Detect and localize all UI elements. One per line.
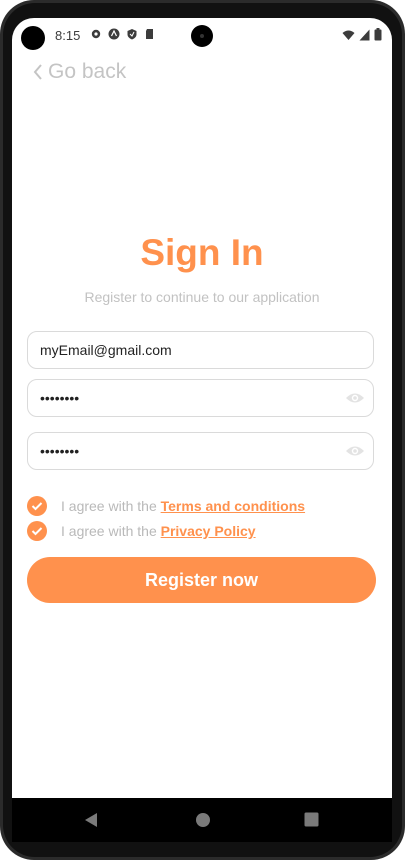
privacy-agreement-text: I agree with the Privacy Policy xyxy=(61,523,256,539)
status-icons-right xyxy=(342,28,382,41)
email-field[interactable] xyxy=(27,331,374,369)
battery-icon xyxy=(374,28,382,41)
privacy-checkbox[interactable] xyxy=(27,521,47,541)
email-input[interactable] xyxy=(40,332,340,368)
phone-frame: 8:15 Go back Sign In Register to continu… xyxy=(0,0,405,860)
check-icon xyxy=(31,502,43,511)
page-subtitle: Register to continue to our application xyxy=(84,289,320,305)
status-bar: 8:15 xyxy=(12,18,392,54)
shield-icon xyxy=(127,29,137,40)
status-icons-left xyxy=(90,28,156,40)
system-nav-bar xyxy=(12,798,392,842)
terms-agreement-row: I agree with the Terms and conditions xyxy=(27,496,305,516)
status-time: 8:15 xyxy=(55,28,81,43)
eye-icon[interactable] xyxy=(345,389,365,407)
password-input[interactable] xyxy=(40,380,340,416)
terms-agreement-text: I agree with the Terms and conditions xyxy=(61,498,305,514)
terms-link[interactable]: Terms and conditions xyxy=(161,498,305,514)
page-title: Sign In xyxy=(140,232,264,273)
android-icon xyxy=(108,28,120,40)
front-camera xyxy=(191,25,213,47)
app-screen: 8:15 Go back Sign In Register to continu… xyxy=(12,18,392,798)
confirm-password-input[interactable] xyxy=(40,433,340,469)
eye-icon[interactable] xyxy=(345,442,365,460)
back-icon[interactable] xyxy=(84,812,98,828)
recents-icon[interactable] xyxy=(304,812,319,827)
privacy-prefix: I agree with the xyxy=(61,523,157,539)
privacy-link[interactable]: Privacy Policy xyxy=(161,523,256,539)
password-field[interactable] xyxy=(27,379,374,417)
status-dot xyxy=(21,26,45,50)
privacy-agreement-row: I agree with the Privacy Policy xyxy=(27,521,256,541)
home-icon[interactable] xyxy=(195,812,211,828)
go-back-label: Go back xyxy=(48,60,127,83)
register-button[interactable]: Register now xyxy=(27,557,376,603)
terms-checkbox[interactable] xyxy=(27,496,47,516)
confirm-password-field[interactable] xyxy=(27,432,374,470)
chevron-left-icon xyxy=(33,64,42,80)
gear-icon xyxy=(91,29,101,39)
go-back-button[interactable]: Go back xyxy=(32,60,126,84)
check-icon xyxy=(31,527,43,536)
sd-card-icon xyxy=(146,29,153,39)
wifi-icon xyxy=(342,30,355,40)
terms-prefix: I agree with the xyxy=(61,498,157,514)
signal-icon xyxy=(359,29,370,40)
